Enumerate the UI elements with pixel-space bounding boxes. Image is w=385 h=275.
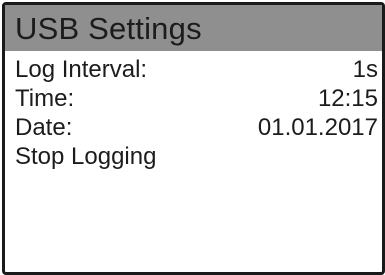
menu-item-label: Log Interval:	[15, 56, 148, 83]
menu-item-label: Date:	[15, 114, 73, 141]
menu-item-value: 1s	[352, 56, 378, 83]
menu-item-time[interactable]: Time: 12:15	[15, 84, 378, 113]
menu-item-value: 01.01.2017	[257, 114, 378, 141]
title-bar: USB Settings	[5, 5, 382, 51]
menu-item-date[interactable]: Date: 01.01.2017	[15, 113, 378, 142]
lcd-screen: USB Settings Log Interval: 1s Time: 12:1…	[2, 2, 385, 275]
screen-title: USB Settings	[15, 10, 202, 46]
menu-item-label: Time:	[15, 85, 75, 112]
menu-item-log-interval[interactable]: Log Interval: 1s	[15, 55, 378, 84]
menu-item-stop-logging[interactable]: Stop Logging	[15, 142, 378, 171]
menu-item-value: 12:15	[317, 85, 378, 112]
settings-menu: Log Interval: 1s Time: 12:15 Date: 01.01…	[5, 51, 382, 171]
menu-item-label: Stop Logging	[15, 143, 157, 170]
